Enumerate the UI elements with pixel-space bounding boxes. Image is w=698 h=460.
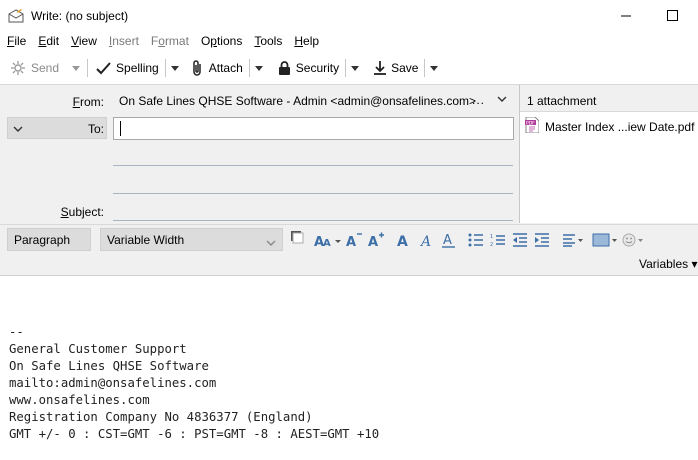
paperclip-icon: [192, 60, 204, 76]
download-arrow-icon: [374, 61, 387, 75]
signature-text: -- General Customer Support On Safe Line…: [9, 325, 380, 441]
paragraph-format-value: Paragraph: [14, 232, 71, 247]
menu-insert[interactable]: Insert: [103, 34, 145, 48]
menu-bar: File Edit View Insert Format Options Tools Help: [0, 31, 698, 51]
pdf-file-icon: PDF: [525, 116, 540, 136]
font-family-select[interactable]: Variable Width: [100, 228, 283, 251]
compose-envelope-icon: [8, 8, 24, 24]
from-label: From:: [72, 95, 104, 109]
indent-icon[interactable]: [534, 230, 550, 250]
security-button[interactable]: Security: [274, 56, 343, 80]
subject-label: Subject:: [60, 205, 104, 219]
attachment-name: Master Index ...iew Date.pdf: [545, 119, 695, 134]
underline-icon[interactable]: A: [441, 230, 457, 250]
svg-text:2: 2: [490, 242, 493, 247]
spelling-button[interactable]: Spelling: [92, 56, 163, 80]
attach-dropdown[interactable]: [252, 56, 266, 80]
toolbar-separator: [87, 59, 89, 77]
from-more-button[interactable]: ...: [472, 93, 485, 107]
spelling-label: Spelling: [116, 61, 159, 75]
font-size-icon[interactable]: AA: [314, 230, 342, 250]
svg-text:A: A: [323, 238, 331, 248]
toolbar-separator: [345, 59, 347, 77]
attachment-pane: 1 attachment PDF Master Index ...iew Dat…: [519, 84, 698, 223]
toolbar-separator: [164, 59, 166, 77]
svg-text:A: A: [397, 234, 408, 248]
from-identity-select[interactable]: On Safe Lines QHSE Software - Admin <adm…: [119, 94, 476, 108]
security-label: Security: [295, 61, 340, 75]
send-dropdown[interactable]: [69, 56, 83, 80]
toolbar-separator: [424, 59, 426, 77]
bold-icon[interactable]: A: [396, 230, 412, 250]
compose-toolbar: Send Spelling Attach Security Save: [0, 53, 698, 83]
title-bar: Write: (no subject): [0, 0, 698, 31]
recipient-row-3[interactable]: [113, 193, 513, 194]
decrease-font-size-icon[interactable]: A: [345, 230, 363, 250]
to-recipient-input[interactable]: [113, 117, 514, 140]
text-color-picker[interactable]: [290, 230, 304, 250]
lock-icon: [278, 61, 291, 75]
svg-text:A: A: [346, 235, 356, 248]
menu-edit[interactable]: Edit: [32, 34, 65, 48]
chevron-down-icon: [266, 236, 276, 250]
chevron-down-icon[interactable]: [497, 93, 507, 107]
spelling-dropdown[interactable]: [168, 56, 182, 80]
chevron-down-icon: [13, 123, 23, 137]
send-icon: [10, 61, 26, 75]
text-caret: [120, 121, 121, 136]
maximize-button[interactable]: [649, 0, 695, 31]
increase-font-size-icon[interactable]: A: [367, 230, 385, 250]
svg-text:1: 1: [490, 234, 493, 240]
minimize-button[interactable]: [603, 0, 649, 31]
menu-format[interactable]: Format: [145, 34, 195, 48]
menu-view[interactable]: View: [65, 34, 103, 48]
bullet-list-icon[interactable]: [468, 230, 484, 250]
recipient-row-2[interactable]: [113, 165, 513, 166]
menu-options[interactable]: Options: [195, 34, 248, 48]
menu-file[interactable]: File: [0, 34, 32, 48]
variables-menu[interactable]: Variables ▾: [639, 257, 698, 271]
subject-input[interactable]: [113, 220, 513, 221]
security-dropdown[interactable]: [348, 56, 362, 80]
send-button[interactable]: Send: [6, 56, 63, 80]
message-body[interactable]: -- General Customer Support On Safe Line…: [0, 277, 698, 460]
menu-tools[interactable]: Tools: [248, 34, 288, 48]
svg-text:A: A: [443, 233, 452, 248]
insert-image-icon[interactable]: [592, 230, 618, 250]
recipient-type-select[interactable]: To:: [7, 117, 107, 139]
svg-text:A: A: [419, 234, 431, 248]
attach-label: Attach: [208, 61, 243, 75]
save-button[interactable]: Save: [370, 56, 422, 80]
outdent-icon[interactable]: [512, 230, 528, 250]
smiley-icon[interactable]: [622, 230, 648, 250]
attach-button[interactable]: Attach: [188, 56, 247, 80]
attachment-count: 1 attachment: [527, 94, 597, 108]
toolbar-separator: [248, 59, 250, 77]
align-menu-icon[interactable]: [562, 230, 584, 250]
window-title: Write: (no subject): [31, 8, 129, 23]
italic-icon[interactable]: A: [419, 230, 435, 250]
svg-text:PDF: PDF: [526, 120, 535, 126]
attachment-item[interactable]: PDF Master Index ...iew Date.pdf: [525, 116, 695, 136]
save-dropdown[interactable]: [427, 56, 441, 80]
attachment-header[interactable]: 1 attachment: [520, 85, 698, 112]
font-family-value: Variable Width: [107, 232, 185, 247]
save-label: Save: [391, 61, 419, 75]
checkmark-icon: [96, 61, 111, 75]
to-label: To:: [87, 122, 104, 136]
menu-help[interactable]: Help: [288, 34, 325, 48]
send-label: Send: [31, 61, 60, 75]
svg-text:A: A: [368, 235, 378, 248]
paragraph-format-select[interactable]: Paragraph: [7, 228, 91, 251]
numbered-list-icon[interactable]: 12: [490, 230, 506, 250]
